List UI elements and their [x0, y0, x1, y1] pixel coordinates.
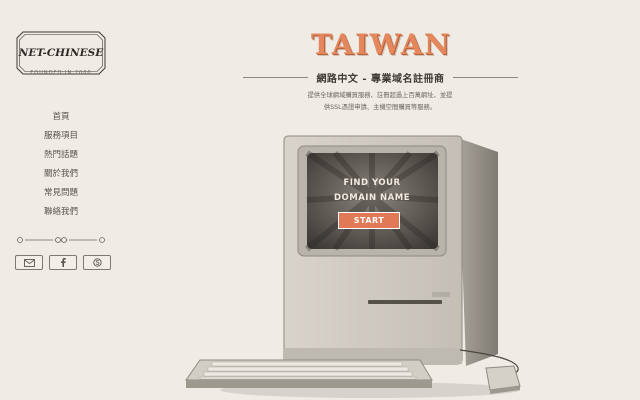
subtitle-row: 網路中文 - 專業域名註冊商	[243, 70, 518, 85]
sidebar: NET-CHINESE FOUNDED IN 2000 首頁 服務項目 熱門話題…	[0, 0, 122, 400]
main-nav: 首頁 服務項目 熱門話題 關於我們 常見問題 聯絡我們	[0, 104, 122, 218]
screen-headline-2: DOMAIN NAME	[333, 193, 410, 203]
nav-item-topics: 熱門話題	[0, 142, 122, 161]
nav-link-faq[interactable]: 常見問題	[44, 188, 78, 198]
subtitle-rule-right	[452, 76, 518, 78]
nav-item-home: 首頁	[0, 104, 122, 123]
screen-headline-1: FIND YOUR	[343, 178, 401, 188]
facebook-button[interactable]	[49, 255, 77, 270]
mail-icon	[23, 258, 35, 267]
subtitle-rule-left	[243, 76, 309, 78]
facebook-icon	[61, 258, 66, 267]
nav-item-about: 關於我們	[0, 161, 122, 180]
mouse	[485, 365, 521, 391]
nav-link-topics[interactable]: 熱門話題	[44, 150, 78, 160]
subtitle: 網路中文 - 專業域名註冊商	[316, 73, 445, 85]
floppy-slot	[368, 300, 442, 304]
vintage-computer-illustration	[185, 135, 521, 398]
skype-icon	[92, 258, 102, 267]
nav-item-services: 服務項目	[0, 123, 122, 142]
social-links	[15, 255, 111, 270]
page-title: TAIWAN	[310, 28, 452, 61]
nav-item-contact: 聯絡我們	[0, 199, 122, 218]
nav-link-home[interactable]: 首頁	[52, 112, 69, 122]
nav-link-contact[interactable]: 聯絡我們	[44, 207, 78, 217]
ornament-divider	[17, 237, 105, 243]
page: NET-CHINESE FOUNDED IN 2000 首頁 服務項目 熱門話題…	[0, 0, 640, 400]
description: 提供全球網域購買服務、註冊超過上百萬網址、並提 供SSL憑證申請、主機空間購買等…	[270, 90, 490, 114]
start-button[interactable]: START	[338, 212, 400, 229]
nav-link-about[interactable]: 關於我們	[44, 169, 78, 179]
description-line-2: 供SSL憑證申請、主機空間購買等服務。	[323, 104, 437, 111]
nav-item-faq: 常見問題	[0, 180, 122, 199]
logo-text: NET-CHINESE	[18, 47, 104, 59]
mail-button[interactable]	[15, 255, 43, 270]
skype-button[interactable]	[83, 255, 111, 270]
description-line-1: 提供全球網域購買服務、註冊超過上百萬網址、並提	[307, 92, 453, 99]
nav-link-services[interactable]: 服務項目	[44, 131, 78, 141]
founded-text: FOUNDED IN 2000	[30, 70, 92, 76]
